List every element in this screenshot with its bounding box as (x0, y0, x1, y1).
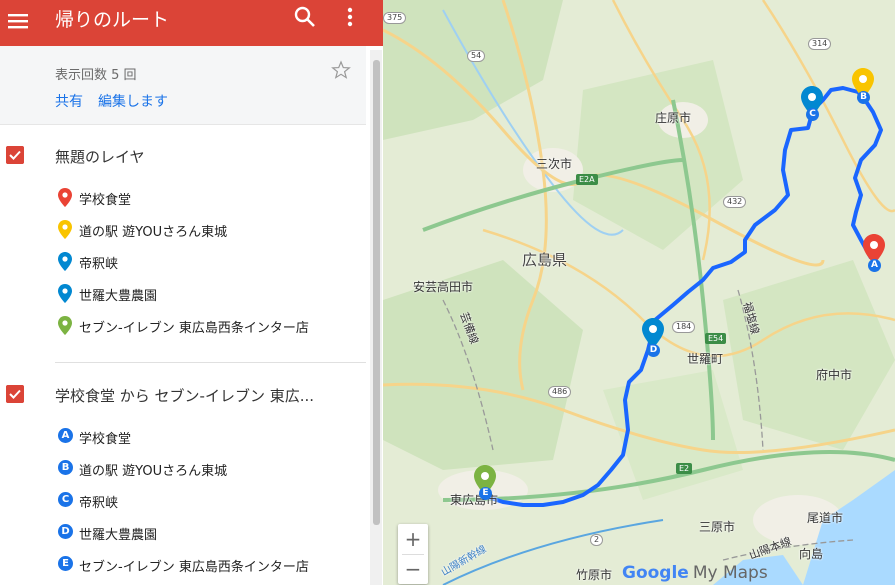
route-shield: 184 (672, 321, 696, 333)
map-pin-icon (58, 220, 72, 239)
view-count: 表示回数 5 回 (55, 68, 137, 83)
map-label-mukaishima: 向島 (799, 547, 824, 561)
list-item[interactable]: セブン-イレブン 東広島西条インター店 (58, 314, 358, 336)
map-title: 帰りのルート (55, 9, 170, 31)
map-label-akitakata: 安芸高田市 (413, 280, 474, 294)
marker-letter: B (857, 91, 870, 104)
route-shield: 486 (548, 386, 572, 398)
route-shield: 2 (590, 534, 604, 546)
map-label-mihara: 三原市 (699, 520, 736, 534)
share-link[interactable]: 共有 (55, 91, 83, 111)
map-label-shobara: 庄原市 (655, 111, 692, 125)
item-label: 世羅大豊農園 (79, 289, 158, 304)
hamburger-icon[interactable] (6, 9, 30, 33)
list-item[interactable]: E セブン-イレブン 東広島西条インター店 (58, 553, 358, 575)
map-pin-icon (58, 284, 72, 303)
item-label: セブン-イレブン 東広島西条インター店 (79, 321, 309, 336)
google-logo-text: Google (622, 563, 689, 583)
list-item[interactable]: 世羅大豊農園 (58, 282, 358, 304)
route-shield: 432 (723, 196, 747, 208)
list-item[interactable]: 帝釈峡 (58, 250, 358, 272)
list-item[interactable]: D 世羅大豊農園 (58, 521, 358, 543)
list-item[interactable]: 道の駅 遊YOUさろん東城 (58, 218, 358, 240)
zoom-divider (402, 554, 424, 555)
item-label: 学校食堂 (79, 432, 132, 447)
waypoint-letter: E (58, 556, 73, 571)
scrollbar-thumb[interactable] (373, 60, 380, 525)
map-marker-e[interactable]: E (474, 465, 496, 500)
item-label: 世羅大豊農園 (79, 528, 158, 543)
layer-route: 学校食堂 から セブン-イレブン 東広... A 学校食堂 B 道の駅 遊YOU… (0, 364, 366, 585)
header-bar: 帰りのルート (0, 0, 383, 46)
layer-untitled: 無題のレイヤ 学校食堂 道の駅 遊YOUさろん東城 帝釈峡 世羅大豊農園 セブン… (0, 124, 366, 364)
zoom-out-button[interactable]: − (398, 554, 428, 584)
list-item[interactable]: B 道の駅 遊YOUさろん東城 (58, 457, 358, 479)
map-marker-b[interactable]: B (852, 68, 874, 104)
map-label-onomichi: 尾道市 (807, 511, 844, 525)
waypoint-letter: A (58, 428, 73, 443)
map-pin-icon (58, 252, 72, 271)
zoom-controls: + − (398, 524, 428, 584)
layer-divider (55, 362, 366, 363)
waypoint-letter: C (58, 492, 73, 507)
item-label: 帝釈峡 (79, 257, 119, 272)
map-pin-icon (58, 316, 72, 335)
layer-checkbox-1[interactable] (6, 146, 24, 164)
map-label-miyoshi: 三次市 (536, 157, 573, 171)
route-shield: 375 (383, 12, 407, 24)
marker-letter: D (647, 344, 660, 357)
route-shield: 314 (808, 38, 832, 50)
marker-letter: E (479, 487, 492, 500)
map-marker-a[interactable]: A (863, 234, 885, 272)
item-label: 道の駅 遊YOUさろん東城 (79, 464, 228, 479)
map-marker-c[interactable]: C (801, 86, 823, 121)
item-label: 帝釈峡 (79, 496, 119, 511)
expressway-shield: E2A (576, 174, 598, 185)
map-marker-d[interactable]: D (642, 318, 664, 357)
route-shield: 54 (467, 50, 486, 62)
layer-checkbox-2[interactable] (6, 385, 24, 403)
map-label-takehara: 竹原市 (576, 568, 613, 582)
google-my-maps-logo: Google My Maps (622, 563, 768, 583)
map-label-sera: 世羅町 (687, 352, 724, 366)
marker-letter: A (868, 259, 881, 272)
list-item[interactable]: C 帝釈峡 (58, 489, 358, 511)
list-item[interactable]: A 学校食堂 (58, 425, 358, 447)
layer-title-2: 学校食堂 から セブン-イレブン 東広... (55, 387, 315, 405)
map-pin-icon (58, 188, 72, 207)
my-maps-text: My Maps (692, 563, 768, 583)
expressway-shield: E2 (676, 463, 693, 474)
search-icon[interactable] (292, 4, 318, 30)
map-info-panel: 表示回数 5 回 共有 編集します (0, 46, 366, 125)
waypoint-letter: D (58, 524, 73, 539)
layer-title-1: 無題のレイヤ (55, 148, 145, 166)
waypoint-letter: B (58, 460, 73, 475)
map-label-hiroshima-pref: 広島県 (522, 251, 568, 269)
expressway-shield: E54 (705, 333, 727, 344)
zoom-in-button[interactable]: + (398, 524, 428, 554)
map-label-fuchu: 府中市 (816, 368, 853, 382)
edit-link[interactable]: 編集します (98, 91, 168, 111)
list-item[interactable]: 学校食堂 (58, 186, 358, 208)
star-icon[interactable] (331, 60, 351, 80)
sidebar: 帰りのルート 表示回数 5 回 共有 編集します 無題のレイヤ 学校食堂 道の駅… (0, 0, 383, 585)
item-label: 学校食堂 (79, 193, 132, 208)
item-label: 道の駅 遊YOUさろん東城 (79, 225, 228, 240)
item-label: セブン-イレブン 東広島西条インター店 (79, 560, 309, 575)
more-vert-icon[interactable] (340, 4, 360, 30)
marker-letter: C (806, 108, 819, 121)
